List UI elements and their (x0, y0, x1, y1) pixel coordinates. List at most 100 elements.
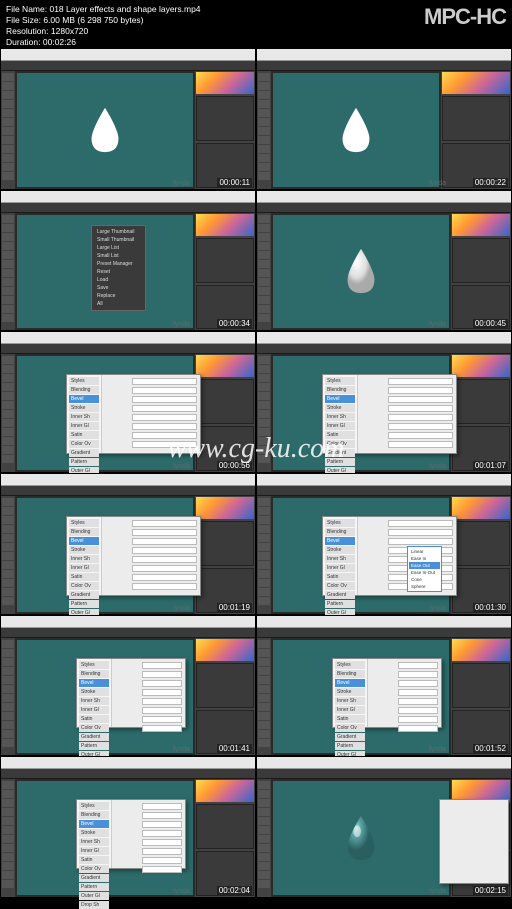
thumbnail-frame[interactable]: StylesBlendingBevelStrokeInner ShInner G… (256, 615, 512, 757)
color-picker-panel[interactable] (452, 639, 510, 661)
dialog-style-list[interactable]: StylesBlendingBevelStrokeInner ShInner G… (323, 375, 358, 453)
dialog-style-item[interactable]: Inner Sh (325, 555, 355, 563)
app-optionsbar[interactable] (257, 628, 511, 638)
tool-icon[interactable] (258, 428, 270, 436)
dialog-style-item[interactable]: Gradient (335, 733, 365, 741)
tool-icon[interactable] (2, 640, 14, 648)
tool-icon[interactable] (2, 790, 14, 798)
dialog-style-item[interactable]: Pattern (79, 883, 109, 891)
dialog-field-input[interactable] (132, 547, 197, 554)
dialog-style-item[interactable]: Bevel (325, 537, 355, 545)
dialog-style-item[interactable]: Inner Gl (325, 422, 355, 430)
dialog-style-item[interactable]: Drop Sh (79, 901, 109, 909)
tool-icon[interactable] (2, 215, 14, 223)
tool-icon[interactable] (258, 570, 270, 578)
tools-panel[interactable] (257, 638, 271, 756)
tool-icon[interactable] (2, 817, 14, 825)
dialog-field-input[interactable] (142, 848, 182, 855)
tool-icon[interactable] (2, 534, 14, 542)
context-menu-item[interactable]: Small List (94, 252, 143, 260)
tool-icon[interactable] (2, 118, 14, 126)
tool-icon[interactable] (258, 498, 270, 506)
context-menu-item[interactable]: Large List (94, 244, 143, 252)
swatches-panel[interactable] (196, 521, 254, 566)
panels-dock[interactable] (195, 638, 255, 756)
dialog-style-item[interactable]: Bevel (69, 395, 99, 403)
dialog-field-input[interactable] (388, 432, 453, 439)
dialog-style-item[interactable]: Gradient (79, 874, 109, 882)
dialog-style-item[interactable]: Blending (69, 528, 99, 536)
context-menu-item[interactable]: All (94, 300, 143, 308)
dialog-field-input[interactable] (398, 680, 438, 687)
dialog-style-item[interactable]: Stroke (79, 829, 109, 837)
dialog-field-input[interactable] (142, 866, 182, 873)
dialog-style-item[interactable]: Inner Sh (69, 413, 99, 421)
tool-icon[interactable] (2, 703, 14, 711)
thumbnail-frame[interactable]: lynda 00:00:45 (256, 190, 512, 332)
tool-icon[interactable] (258, 790, 270, 798)
tool-icon[interactable] (258, 781, 270, 789)
tool-icon[interactable] (258, 880, 270, 888)
layer-style-dialog[interactable]: StylesBlendingBevelStrokeInner ShInner G… (76, 658, 186, 728)
dialog-field-input[interactable] (132, 423, 197, 430)
dialog-field-input[interactable] (388, 387, 453, 394)
tool-icon[interactable] (2, 437, 14, 445)
tool-icon[interactable] (258, 287, 270, 295)
tool-icon[interactable] (2, 251, 14, 259)
tool-icon[interactable] (258, 853, 270, 861)
app-menubar[interactable] (257, 757, 511, 769)
swatches-panel[interactable] (452, 238, 510, 283)
color-picker-panel[interactable] (196, 497, 254, 519)
tool-icon[interactable] (258, 703, 270, 711)
dialog-style-item[interactable]: Inner Sh (79, 697, 109, 705)
tool-icon[interactable] (2, 224, 14, 232)
tool-icon[interactable] (2, 498, 14, 506)
app-optionsbar[interactable] (1, 486, 255, 496)
tool-icon[interactable] (2, 455, 14, 463)
tools-panel[interactable] (1, 213, 15, 331)
dialog-style-item[interactable]: Gradient (325, 591, 355, 599)
dialog-field-input[interactable] (142, 671, 182, 678)
tools-panel[interactable] (1, 638, 15, 756)
app-menubar[interactable] (1, 191, 255, 203)
tool-icon[interactable] (258, 588, 270, 596)
tool-icon[interactable] (2, 145, 14, 153)
dialog-field-input[interactable] (398, 698, 438, 705)
app-menubar[interactable] (257, 616, 511, 628)
tool-icon[interactable] (258, 516, 270, 524)
app-optionsbar[interactable] (1, 628, 255, 638)
dialog-style-item[interactable]: Satin (335, 715, 365, 723)
tool-icon[interactable] (2, 712, 14, 720)
dialog-field-input[interactable] (398, 725, 438, 732)
dialog-field-input[interactable] (142, 821, 182, 828)
dialog-style-item[interactable]: Gradient (79, 733, 109, 741)
tool-icon[interactable] (2, 383, 14, 391)
app-optionsbar[interactable] (1, 769, 255, 779)
tools-panel[interactable] (257, 71, 271, 189)
dialog-style-item[interactable]: Gradient (69, 449, 99, 457)
context-menu-item[interactable]: Reset (94, 268, 143, 276)
tool-icon[interactable] (2, 287, 14, 295)
app-optionsbar[interactable] (1, 344, 255, 354)
dropdown-menu[interactable]: LinearEase InEase OutEase In-OutConeSphe… (407, 546, 442, 592)
tool-icon[interactable] (258, 100, 270, 108)
tools-panel[interactable] (257, 354, 271, 472)
dialog-style-item[interactable]: Color Ov (325, 440, 355, 448)
dialog-style-item[interactable]: Inner Gl (79, 706, 109, 714)
dialog-style-item[interactable]: Satin (79, 856, 109, 864)
color-picker-panel[interactable] (196, 355, 254, 377)
dialog-field-input[interactable] (142, 716, 182, 723)
tool-icon[interactable] (2, 127, 14, 135)
tool-icon[interactable] (2, 525, 14, 533)
tool-icon[interactable] (258, 808, 270, 816)
tool-icon[interactable] (258, 579, 270, 587)
tool-icon[interactable] (258, 154, 270, 162)
tool-icon[interactable] (2, 862, 14, 870)
color-picker-panel[interactable] (196, 214, 254, 236)
dialog-style-item[interactable]: Pattern (335, 742, 365, 750)
dialog-field-input[interactable] (142, 707, 182, 714)
tool-icon[interactable] (2, 579, 14, 587)
tool-icon[interactable] (258, 269, 270, 277)
panels-dock[interactable] (195, 496, 255, 614)
tool-icon[interactable] (2, 552, 14, 560)
